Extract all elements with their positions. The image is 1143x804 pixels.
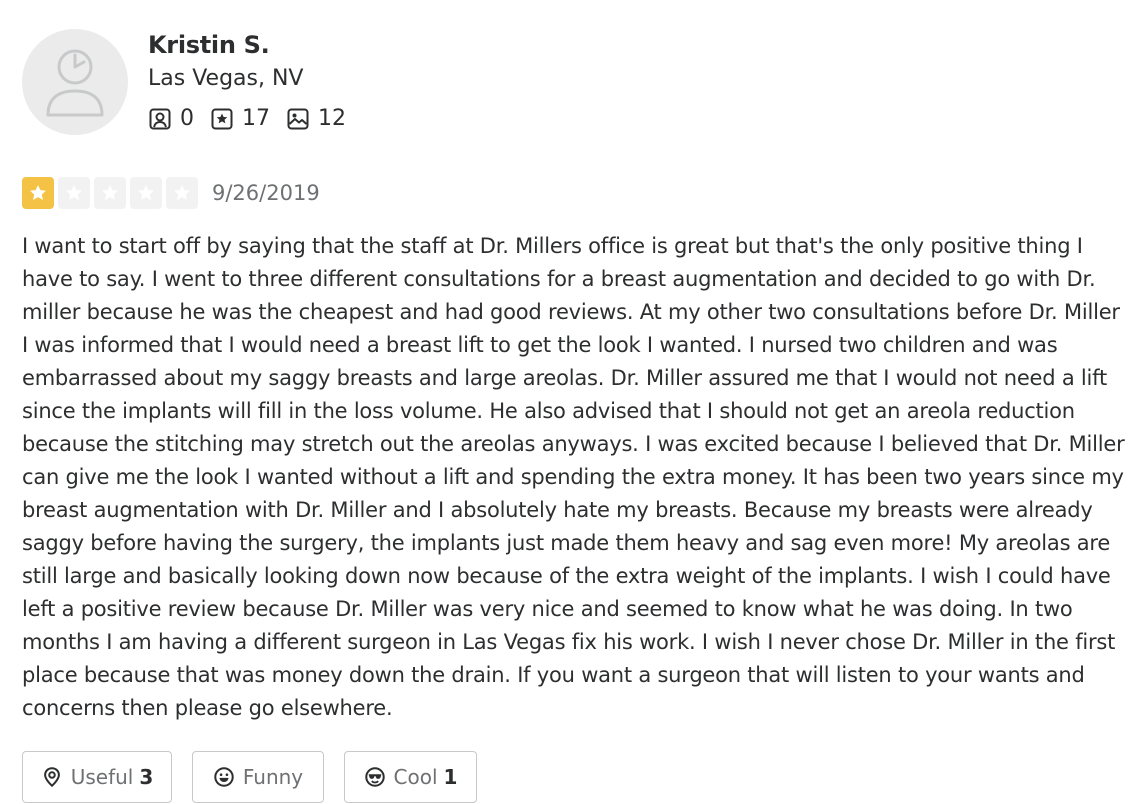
review-date: 9/26/2019 <box>212 181 320 205</box>
cool-count: 1 <box>443 765 458 789</box>
funny-label: Funny <box>242 765 304 789</box>
cool-label: Cool <box>393 765 438 789</box>
reviewer-stats: 0 17 12 <box>148 106 362 131</box>
reviewer-name[interactable]: Kristin S. <box>148 31 270 59</box>
funny-button[interactable]: Funny <box>192 751 324 803</box>
cool-button[interactable]: Cool 1 <box>344 751 477 803</box>
friends-stat: 0 <box>148 106 194 131</box>
smile-icon <box>214 767 234 787</box>
rating-row: 9/26/2019 <box>22 177 320 209</box>
star-icon <box>102 185 118 200</box>
star-rating <box>22 177 202 209</box>
useful-count: 3 <box>139 765 154 789</box>
sunglasses-icon <box>364 767 385 787</box>
star-empty <box>94 177 126 209</box>
star-empty <box>58 177 90 209</box>
star-icon <box>30 185 46 200</box>
friends-count: 0 <box>180 106 194 131</box>
star-empty <box>130 177 162 209</box>
reviewer-location: Las Vegas, NV <box>148 66 304 91</box>
star-icon <box>66 185 82 200</box>
review-text: I want to start off by saying that the s… <box>22 234 1125 720</box>
useful-label: Useful <box>70 765 134 789</box>
reviews-count: 17 <box>242 106 270 131</box>
star-filled <box>22 177 54 209</box>
reaction-buttons: Useful 3 Funny Cool 1 <box>22 751 497 803</box>
lightbulb-icon <box>43 767 60 788</box>
star-icon <box>174 185 190 200</box>
useful-button[interactable]: Useful 3 <box>22 751 172 803</box>
photo-icon <box>287 108 309 129</box>
avatar[interactable] <box>22 29 128 135</box>
review-star-icon <box>211 108 233 129</box>
photos-count: 12 <box>318 106 346 131</box>
star-empty <box>166 177 198 209</box>
friends-icon <box>149 108 171 129</box>
reviews-stat: 17 <box>210 106 270 131</box>
photos-stat: 12 <box>286 106 346 131</box>
user-placeholder-icon <box>46 49 104 117</box>
star-icon <box>138 185 154 200</box>
